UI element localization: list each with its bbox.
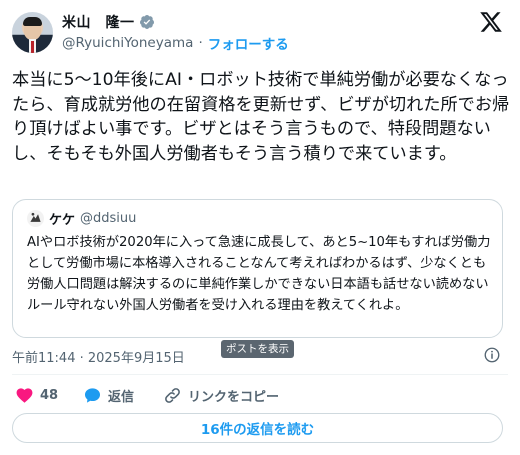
quoted-post-header: ケケ @ddsiuu [27, 208, 136, 228]
quoted-author-name: ケケ [49, 212, 76, 228]
author-handle[interactable]: @RyuichiYoneyama [62, 35, 193, 51]
reply-label: 返信 [108, 389, 135, 405]
reply-button[interactable]: 返信 [83, 385, 134, 405]
divider [12, 374, 508, 375]
author-display-name[interactable]: 米山 隆一 [62, 12, 135, 32]
heart-icon [16, 387, 33, 403]
like-button[interactable]: 48 [15, 385, 58, 405]
info-icon[interactable] [483, 346, 501, 364]
follow-button[interactable]: フォローする [208, 33, 289, 53]
view-post-tooltip: ポストを表示 [221, 340, 294, 358]
x-logo-icon[interactable] [479, 10, 503, 34]
speech-bubble-icon [84, 387, 101, 403]
separator-dot: · [198, 35, 203, 51]
quoted-author-avatar [27, 209, 44, 227]
like-count: 48 [40, 387, 59, 403]
author-name-row: 米山 隆一 [62, 12, 155, 32]
avatar-tie [31, 41, 34, 53]
author-handle-row: @RyuichiYoneyama · フォローする [62, 33, 289, 53]
author-avatar[interactable] [12, 12, 53, 53]
embedded-post: 米山 隆一 @RyuichiYoneyama · フォローする 本当に5〜10年… [0, 0, 520, 455]
verified-badge-icon [139, 15, 154, 29]
link-icon [165, 387, 180, 403]
quoted-post-text: AIやロボ技術が2020年に入って急速に成長して、あと5~10年もすれば労働力と… [27, 235, 491, 313]
quoted-post[interactable]: ケケ @ddsiuu AIやロボ技術が2020年に入って急速に成長して、あと5~… [12, 199, 503, 338]
avatar-hair [23, 17, 42, 26]
read-replies-button[interactable]: 16件の返信を読む [12, 413, 503, 443]
copy-link-button[interactable]: リンクをコピー [163, 385, 279, 405]
post-timestamp[interactable]: 午前11:44 · 2025年9月15日 [12, 347, 185, 366]
copy-link-label: リンクをコピー [188, 389, 280, 405]
post-text: 本当に5〜10年後にAI・ロボット技術で単純労働が必要なくなったら、育成就労他の… [12, 70, 510, 164]
quoted-author-handle: @ddsiuu [80, 210, 137, 226]
